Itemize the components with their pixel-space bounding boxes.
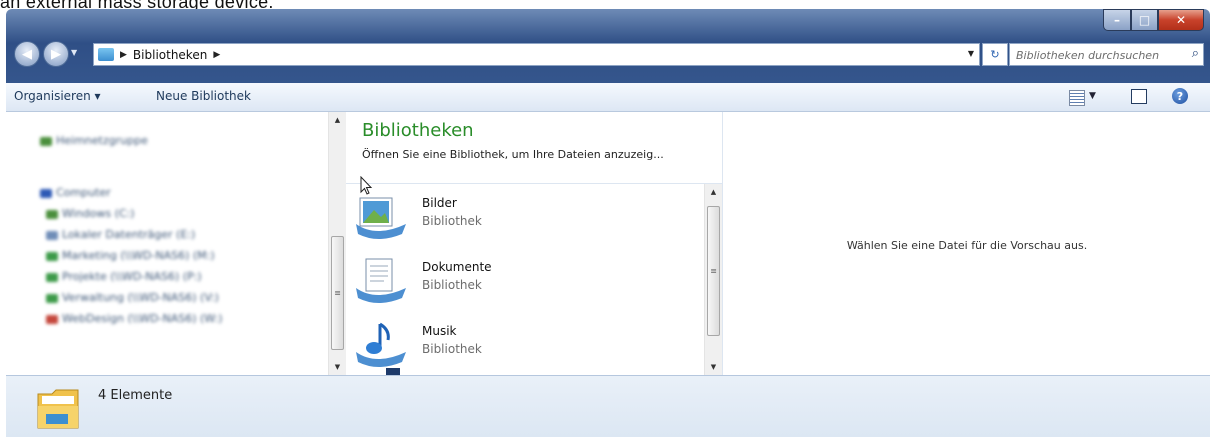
forward-button[interactable]: ▶ [43, 41, 69, 67]
address-dropdown-icon[interactable]: ▼ [968, 49, 974, 58]
back-arrow-icon: ◀ [22, 46, 32, 62]
nav-item-drive[interactable]: Lokaler Datenträger (E:) [46, 228, 195, 241]
search-box[interactable]: ⌕ [1009, 43, 1204, 66]
item-count: 4 Elemente [98, 388, 173, 403]
new-library-button[interactable]: Neue Bibliothek [156, 89, 251, 103]
refresh-icon: ↻ [990, 48, 1000, 61]
help-icon[interactable]: ? [1172, 88, 1188, 104]
preview-pane: Wählen Sie eine Datei für die Vorschau a… [722, 112, 1210, 375]
details-pane: 4 Elemente [6, 375, 1210, 437]
network-drive-icon [46, 251, 58, 261]
scroll-down-icon[interactable]: ▼ [329, 359, 346, 375]
library-subtitle: Öffnen Sie eine Bibliothek, um Ihre Date… [362, 148, 664, 161]
breadcrumb-separator-icon[interactable]: ▶ [120, 50, 127, 60]
grip-icon: ≡ [334, 288, 341, 298]
nav-item-drive[interactable]: Windows (C:) [46, 207, 135, 220]
minimize-button[interactable]: – [1103, 9, 1131, 31]
explorer-window: – □ ✕ ◀ ▶ ▼ ▶ Bibliotheken ▶ ▼ ↻ ⌕ Organ… [6, 9, 1210, 437]
libraries-folder-icon [98, 48, 114, 61]
search-input[interactable] [1014, 46, 1178, 64]
library-item-type: Bibliothek [422, 214, 482, 228]
refresh-button[interactable]: ↻ [982, 43, 1008, 66]
scroll-up-icon[interactable]: ▲ [329, 112, 346, 128]
scroll-up-icon[interactable]: ▲ [705, 184, 722, 200]
breadcrumb-separator-icon[interactable]: ▶ [213, 50, 220, 60]
library-pane: Bibliotheken Öffnen Sie eine Bibliothek,… [346, 112, 722, 375]
library-item-name: Dokumente [422, 260, 492, 274]
address-bar-area: ◀ ▶ ▼ ▶ Bibliotheken ▶ ▼ ↻ ⌕ [6, 38, 1210, 70]
network-drive-disconnected-icon [46, 314, 58, 324]
address-bar[interactable]: ▶ Bibliotheken ▶ ▼ [93, 43, 980, 66]
library-header: Bibliotheken Öffnen Sie eine Bibliothek,… [346, 112, 722, 184]
computer-icon [40, 188, 52, 198]
recent-pages-dropdown-icon[interactable]: ▼ [71, 48, 77, 57]
drive-icon [46, 209, 58, 219]
breadcrumb-libraries[interactable]: Bibliotheken [133, 48, 207, 62]
back-button[interactable]: ◀ [14, 41, 40, 67]
homegroup-icon [40, 136, 52, 146]
nav-item-homegroup[interactable]: Heimnetzgruppe [40, 134, 148, 147]
pictures-library-icon [356, 197, 406, 239]
library-item-name: Bilder [422, 196, 457, 210]
library-scrollbar[interactable]: ▲ ≡ ▼ [704, 184, 722, 375]
scrollbar-thumb[interactable]: ≡ [331, 236, 344, 350]
scrollbar-thumb[interactable]: ≡ [707, 206, 720, 336]
nav-item-network-drive[interactable]: Verwaltung (\\WD-NAS6) (V:) [46, 291, 219, 304]
grip-icon: ≡ [710, 266, 717, 276]
change-view-icon[interactable] [1069, 90, 1085, 106]
documents-library-icon [356, 258, 406, 303]
scroll-down-icon[interactable]: ▼ [705, 359, 722, 375]
nav-item-network-drive[interactable]: Projekte (\\WD-NAS6) (P:) [46, 270, 202, 283]
music-library-icon [356, 322, 406, 367]
library-item-type: Bibliothek [422, 342, 482, 356]
drive-icon [46, 230, 58, 240]
content-area: Heimnetzgruppe Computer Windows (C:) Lok… [6, 112, 1210, 375]
organize-menu-button[interactable]: Organisieren ▾ [14, 89, 101, 103]
network-drive-icon [46, 293, 58, 303]
preview-pane-toggle-icon[interactable] [1131, 89, 1147, 104]
nav-item-computer[interactable]: Computer [40, 186, 111, 199]
view-dropdown-icon[interactable]: ▼ [1089, 91, 1096, 101]
partial-library-icon [386, 368, 400, 375]
close-button[interactable]: ✕ [1158, 9, 1204, 31]
forward-arrow-icon: ▶ [51, 46, 61, 62]
navigation-pane: Heimnetzgruppe Computer Windows (C:) Lok… [6, 112, 328, 375]
caption-buttons: – □ ✕ [1103, 9, 1204, 31]
library-item-type: Bibliothek [422, 278, 482, 292]
library-item-music[interactable]: Musik Bibliothek [354, 318, 684, 374]
navigation-scrollbar[interactable]: ▲ ≡ ▼ [328, 112, 346, 375]
command-bar: Organisieren ▾ Neue Bibliothek ▼ ? [6, 83, 1210, 112]
library-item-name: Musik [422, 324, 457, 338]
library-item-pictures[interactable]: Bilder Bibliothek [354, 190, 684, 246]
libraries-folder-icon [37, 389, 79, 429]
search-icon[interactable]: ⌕ [1192, 46, 1199, 61]
nav-item-network-drive[interactable]: WebDesign (\\WD-NAS6) (W:) [46, 312, 223, 325]
network-drive-icon [46, 272, 58, 282]
library-item-documents[interactable]: Dokumente Bibliothek [354, 254, 684, 310]
preview-message: Wählen Sie eine Datei für die Vorschau a… [846, 239, 1088, 252]
nav-item-network-drive[interactable]: Marketing (\\WD-NAS6) (M:) [46, 249, 215, 262]
library-title: Bibliotheken [362, 120, 474, 141]
maximize-button[interactable]: □ [1131, 9, 1158, 31]
